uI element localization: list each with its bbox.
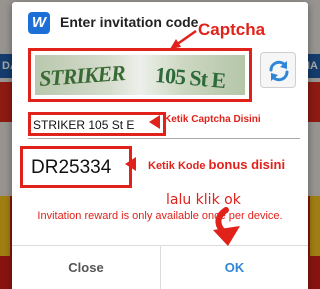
annotation-ketik-kode-bold: bonus disini: [208, 157, 286, 172]
dialog-title: Enter invitation code: [60, 14, 199, 30]
reward-message: Invitation reward is only available once…: [37, 210, 283, 222]
captcha-word-2: 105 St E: [154, 61, 227, 94]
ok-button[interactable]: OK: [161, 246, 308, 289]
captcha-image-frame: STRIKER 105 St E: [28, 48, 252, 102]
bonus-code-input[interactable]: DR25334: [20, 146, 132, 188]
captcha-input[interactable]: STRIKER 105 St E: [28, 112, 166, 136]
refresh-icon: [269, 60, 289, 82]
captcha-word-1: STRIKER: [38, 60, 126, 91]
annotation-ketik-kode: Ketik Kode bonus disini: [148, 157, 285, 172]
close-button[interactable]: Close: [12, 246, 160, 289]
annotation-lalu-klik-ok: lalu klik ok: [166, 192, 241, 208]
invitation-code-dialog: W Enter invitation code STRIKER 105 St E…: [12, 2, 308, 289]
refresh-captcha-button[interactable]: [260, 52, 296, 88]
annotation-ketik-kode-prefix: Ketik Kode: [148, 160, 209, 172]
captcha-image: STRIKER 105 St E: [35, 55, 245, 95]
annotation-ketik-captcha: Ketik Captcha Disini: [164, 114, 261, 125]
captcha-input-underline: [28, 138, 300, 139]
annotation-captcha: Captcha: [198, 20, 266, 39]
app-logo-icon: W: [28, 12, 50, 34]
